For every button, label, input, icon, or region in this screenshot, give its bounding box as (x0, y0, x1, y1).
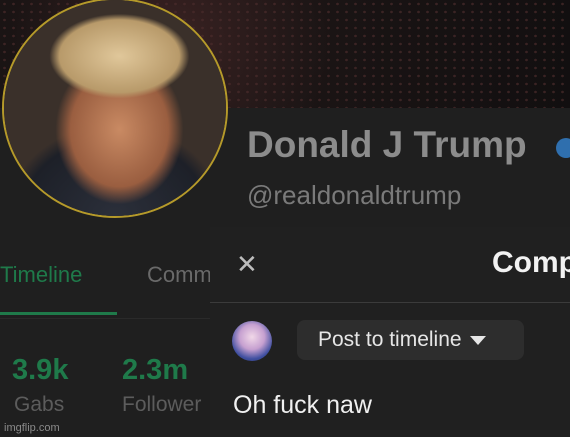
audience-selector-button[interactable]: Post to timeline (297, 320, 524, 360)
watermark: imgflip.com (4, 422, 60, 434)
tab-comments[interactable]: Comm (147, 262, 212, 288)
stat-followers-label: Follower (122, 393, 202, 416)
user-avatar (232, 321, 272, 361)
active-tab-indicator (0, 312, 117, 315)
stat-followers-count[interactable]: 2.3m (122, 354, 188, 387)
profile-handle: @realdonaldtrump (247, 180, 462, 210)
close-icon[interactable]: ✕ (236, 251, 258, 277)
stats-divider (0, 318, 215, 319)
compose-header-divider (210, 302, 570, 303)
stat-gabs-count[interactable]: 3.9k (12, 354, 68, 387)
audience-selector-label: Post to timeline (318, 328, 462, 351)
compose-modal: ✕ Comp Post to timeline Oh fuck naw (210, 227, 570, 437)
stat-gabs-label: Gabs (14, 393, 65, 416)
avatar-photo (4, 0, 226, 216)
profile-display-name: Donald J Trump (247, 124, 527, 165)
caret-down-icon (469, 335, 486, 345)
compose-title: Comp (492, 246, 570, 279)
profile-avatar[interactable] (2, 0, 228, 218)
tab-timeline[interactable]: Timeline (0, 262, 82, 288)
verified-badge-icon (556, 138, 570, 158)
compose-text-input[interactable]: Oh fuck naw (233, 391, 563, 420)
